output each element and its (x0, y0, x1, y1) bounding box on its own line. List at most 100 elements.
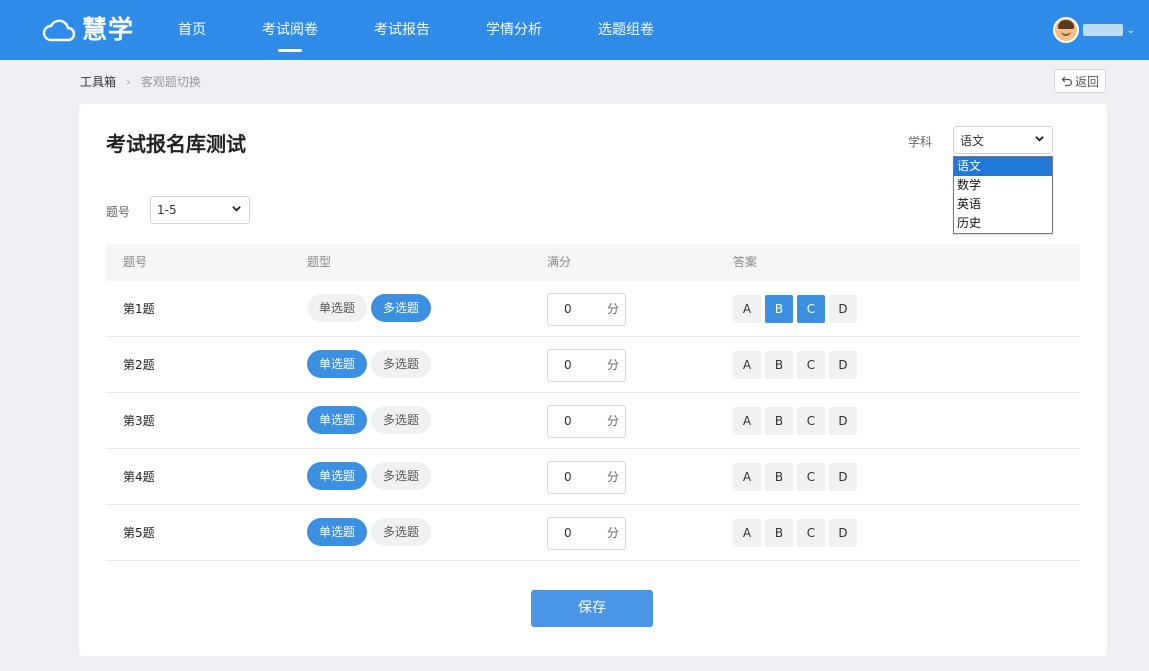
subject-label: 学科 (908, 135, 933, 149)
answer-option-a[interactable]: A (733, 463, 761, 491)
full-score-value: 0 (564, 358, 572, 372)
multiple-choice-button[interactable]: 多选题 (371, 350, 432, 378)
question-number: 第1题 (123, 302, 155, 316)
subject-option-chinese[interactable]: 语文 (954, 157, 1052, 176)
answer-option-d[interactable]: D (829, 407, 857, 435)
question-type-toggle: 单选题 多选题 (307, 518, 435, 546)
answer-option-a[interactable]: A (733, 295, 761, 323)
answer-option-a[interactable]: A (733, 407, 761, 435)
question-type-toggle: 单选题 多选题 (307, 294, 435, 322)
user-name-redacted (1082, 24, 1123, 36)
table-row: 第2题 单选题 多选题 0 分 A B C D (106, 337, 1080, 393)
single-choice-button[interactable]: 单选题 (307, 462, 368, 490)
answer-option-b[interactable]: B (765, 519, 793, 547)
multiple-choice-button[interactable]: 多选题 (371, 518, 432, 546)
question-type-toggle: 单选题 多选题 (307, 462, 435, 490)
breadcrumb: 工具箱 › 客观题切换 (80, 73, 201, 90)
subject-option-english[interactable]: 英语 (954, 195, 1052, 214)
nav-home[interactable]: 首页 (178, 0, 206, 60)
logo-text: 慧学 (82, 15, 135, 44)
chevron-down-icon (1035, 136, 1044, 142)
full-score-value: 0 (564, 470, 572, 484)
score-unit-label: 分 (606, 470, 619, 484)
header-answer: 答案 (733, 255, 758, 269)
multiple-choice-button[interactable]: 多选题 (371, 406, 432, 434)
page-title: 考试报名库测试 (106, 132, 246, 156)
score-unit-label: 分 (606, 414, 619, 428)
multiple-choice-button[interactable]: 多选题 (371, 462, 432, 490)
question-range-select[interactable]: 1-5 (150, 196, 250, 224)
answer-option-c[interactable]: C (797, 295, 825, 323)
question-number: 第4题 (123, 470, 155, 484)
answer-option-b[interactable]: B (765, 463, 793, 491)
single-choice-button[interactable]: 单选题 (307, 406, 368, 434)
answer-option-d[interactable]: D (829, 463, 857, 491)
score-unit-label: 分 (606, 302, 619, 316)
answer-options: ABCD (733, 407, 861, 435)
table-row: 第5题 单选题 多选题 0 分 A B C D (106, 505, 1080, 561)
subject-option-history[interactable]: 历史 (954, 214, 1052, 233)
single-choice-button[interactable]: 单选题 (307, 518, 368, 546)
breadcrumb-toolbox[interactable]: 工具箱 (80, 73, 116, 90)
answer-option-b[interactable]: B (765, 351, 793, 379)
cloud-logo-icon (42, 19, 76, 42)
app-logo[interactable]: 慧学 (42, 16, 134, 44)
answer-option-d[interactable]: D (829, 295, 857, 323)
nav-exam-grading[interactable]: 考试阅卷 (262, 0, 318, 60)
question-type-toggle: 单选题 多选题 (307, 350, 435, 378)
answer-option-b[interactable]: B (765, 407, 793, 435)
table-header: 题号 题型 满分 答案 (106, 244, 1080, 281)
full-score-value: 0 (564, 302, 572, 316)
answer-option-c[interactable]: C (797, 351, 825, 379)
nav-learning-analysis[interactable]: 学情分析 (486, 0, 542, 60)
answer-option-c[interactable]: C (797, 463, 825, 491)
full-score-input[interactable]: 0分 (547, 349, 626, 382)
chevron-down-icon[interactable]: ⌄ (1127, 25, 1135, 36)
back-button-label: 返回 (1074, 74, 1099, 89)
multiple-choice-button[interactable]: 多选题 (371, 294, 432, 322)
answer-option-b[interactable]: B (765, 295, 793, 323)
question-type-toggle: 单选题 多选题 (307, 406, 435, 434)
table-row: 第1题 单选题 多选题 0 分 A B C D (106, 281, 1080, 337)
answer-options: ABCD (733, 295, 861, 323)
header-full-score: 满分 (547, 255, 572, 269)
subject-select[interactable]: 语文 (953, 126, 1053, 154)
subject-dropdown-list: 语文 数学 英语 历史 (953, 156, 1053, 234)
undo-arrow-icon (1061, 76, 1073, 87)
nav-exam-report[interactable]: 考试报告 (374, 0, 430, 60)
answer-option-a[interactable]: A (733, 519, 761, 547)
single-choice-button[interactable]: 单选题 (307, 294, 368, 322)
question-range-label: 题号 (106, 205, 131, 219)
breadcrumb-current: 客观题切换 (140, 75, 201, 89)
question-number: 第3题 (123, 414, 155, 428)
subject-select-value: 语文 (960, 133, 985, 148)
main-nav: 首页 考试阅卷 考试报告 学情分析 选题组卷 (178, 0, 710, 60)
answer-option-d[interactable]: D (829, 519, 857, 547)
subject-option-math[interactable]: 数学 (954, 176, 1052, 195)
header-type: 题型 (307, 255, 332, 269)
question-number: 第2题 (123, 358, 155, 372)
answer-option-c[interactable]: C (797, 407, 825, 435)
nav-paper-builder[interactable]: 选题组卷 (598, 0, 654, 60)
answer-options: ABCD (733, 463, 861, 491)
answer-option-a[interactable]: A (733, 351, 761, 379)
full-score-value: 0 (564, 526, 572, 540)
avatar[interactable] (1052, 17, 1079, 43)
answer-options: ABCD (733, 351, 861, 379)
breadcrumb-separator-icon: › (126, 74, 131, 89)
full-score-input[interactable]: 0分 (547, 293, 626, 326)
answer-option-d[interactable]: D (829, 351, 857, 379)
table-row: 第4题 单选题 多选题 0 分 A B C D (106, 449, 1080, 505)
answer-option-c[interactable]: C (797, 519, 825, 547)
full-score-input[interactable]: 0分 (547, 517, 626, 550)
chevron-down-icon (232, 206, 241, 212)
question-number: 第5题 (123, 526, 155, 540)
user-menu[interactable]: ⌄ (1052, 17, 1135, 43)
full-score-input[interactable]: 0分 (547, 461, 626, 494)
answer-options: ABCD (733, 519, 861, 547)
score-unit-label: 分 (606, 526, 619, 540)
full-score-input[interactable]: 0分 (547, 405, 626, 438)
single-choice-button[interactable]: 单选题 (307, 350, 368, 378)
save-button[interactable]: 保存 (531, 590, 653, 627)
back-button[interactable]: 返回 (1054, 69, 1106, 93)
